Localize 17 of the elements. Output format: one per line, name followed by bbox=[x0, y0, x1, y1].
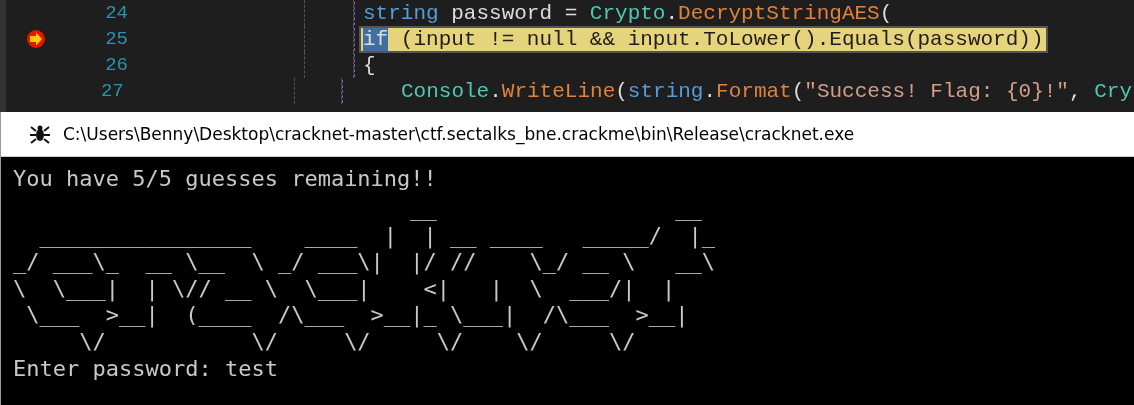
bug-icon bbox=[29, 123, 51, 145]
line-number: 24 bbox=[104, 2, 128, 24]
code-line: string password = Crypto.DecryptStringAES( bbox=[362, 1, 894, 25]
line-number: 26 bbox=[104, 54, 128, 76]
line-number: 27 bbox=[99, 80, 124, 102]
password-input[interactable]: test bbox=[224, 355, 278, 382]
code-line: Console.WriteLine(string.Format("Success! Flag: {0}!", Cry bbox=[400, 79, 1133, 103]
line-number: 25 bbox=[104, 28, 128, 50]
indent-guide bbox=[304, 0, 354, 26]
indent-guide bbox=[304, 52, 354, 78]
code-line: { bbox=[362, 53, 377, 77]
console-output: You have 5/5 guesses remaining!! bbox=[13, 165, 438, 192]
indent-guide bbox=[304, 26, 354, 52]
window-title: C:\Users\Benny\Desktop\cracknet-master\ctf.sectalks_bne.crackme\bin\Release\cracknet.exe bbox=[63, 124, 855, 144]
breakpoint-icon[interactable] bbox=[26, 29, 46, 49]
indent-guide bbox=[293, 78, 342, 104]
password-prompt: Enter password: bbox=[13, 355, 212, 382]
